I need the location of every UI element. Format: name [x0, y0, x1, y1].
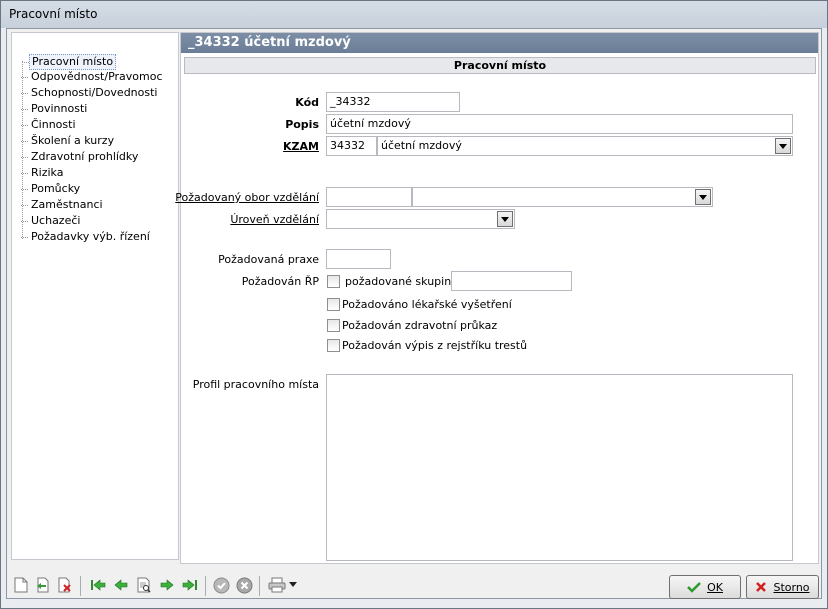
print-icon[interactable] [268, 576, 286, 594]
copy-record-icon[interactable] [34, 576, 52, 594]
sidebar-item-cinnosti[interactable]: Činnosti [21, 118, 78, 134]
rejstrik-checkbox[interactable] [327, 339, 340, 352]
kod-label: Kód [295, 96, 319, 109]
toolbar-separator [259, 576, 260, 596]
record-header: _34332 účetní mzdový [181, 33, 818, 53]
rp-skupiny-field[interactable] [451, 271, 572, 291]
dialog-client: Pracovní místo Odpovědnost/Pravomoc Scho… [6, 28, 822, 599]
lekarske-checkbox[interactable] [327, 298, 340, 311]
search-record-icon[interactable] [135, 576, 153, 594]
profil-label: Profil pracovního místa [192, 378, 319, 391]
storno-button-label: Storno [773, 580, 810, 594]
last-record-icon[interactable] [181, 576, 199, 594]
rp-label: Požadován ŘP [241, 275, 319, 288]
storno-button[interactable]: Storno [746, 575, 819, 599]
main-panel: _34332 účetní mzdový Pracovní místo Kód … [175, 32, 819, 564]
sidebar-item-odpovednost[interactable]: Odpovědnost/Pravomoc [21, 70, 165, 86]
praxe-label: Požadovaná praxe [218, 253, 319, 266]
kod-field[interactable]: _34332 [326, 92, 460, 112]
next-record-icon[interactable] [158, 576, 176, 594]
title-bar[interactable]: Pracovní místo [1, 1, 827, 28]
toolbar-separator [80, 576, 81, 596]
first-record-icon[interactable] [89, 576, 107, 594]
profil-textarea[interactable] [326, 374, 793, 561]
uroven-combo[interactable] [326, 209, 515, 229]
obor-label[interactable]: Požadovaný obor vzdělání [175, 191, 319, 204]
kzam-label[interactable]: KZAM [283, 140, 319, 153]
cancel-icon[interactable] [235, 576, 253, 594]
sidebar-item-pracovni-misto[interactable]: Pracovní místo [21, 54, 117, 70]
cross-icon [756, 582, 767, 592]
navigation-tree: Pracovní místo Odpovědnost/Pravomoc Scho… [11, 32, 179, 560]
checkmark-icon [687, 582, 701, 593]
window-title: Pracovní místo [9, 7, 98, 21]
prukaz-label: Požadován zdravotní průkaz [342, 319, 498, 332]
prukaz-checkbox[interactable] [327, 319, 340, 332]
previous-record-icon[interactable] [112, 576, 130, 594]
popis-field[interactable]: účetní mzdový [326, 114, 793, 134]
lekarske-label: Požadováno lékařské vyšetření [342, 298, 512, 311]
confirm-icon[interactable] [212, 576, 230, 594]
sidebar-item-zamestnanci[interactable]: Zaměstnanci [21, 198, 105, 214]
sidebar-item-rizika[interactable]: Rizika [20, 166, 65, 182]
sidebar-item-uchazeci[interactable]: Uchazeči [20, 214, 82, 230]
toolbar-separator [205, 576, 206, 596]
kzam-combo[interactable]: účetní mzdový [377, 136, 793, 156]
record-title: _34332 účetní mzdový [188, 35, 351, 50]
popis-label: Popis [285, 118, 319, 131]
obor-dropdown-icon[interactable] [695, 189, 711, 205]
ok-button[interactable]: OK [669, 575, 741, 599]
tree-connector [22, 61, 23, 239]
sidebar-item-pomucky[interactable]: Pomůcky [20, 182, 82, 198]
rp-checkbox-label: požadované skupiny [345, 275, 458, 288]
print-dropdown-icon[interactable] [288, 576, 298, 594]
rp-checkbox[interactable] [327, 275, 340, 288]
obor-combo[interactable] [412, 187, 713, 207]
new-record-icon[interactable] [12, 576, 30, 594]
rejstrik-label: Požadován výpis z rejstříku trestů [342, 339, 528, 352]
ok-button-label: OK [707, 580, 723, 594]
dialog-window: Pracovní místo Pracovní místo Odpovědnos… [0, 0, 828, 609]
section-title: Pracovní místo [184, 57, 816, 74]
kzam-combo-value: účetní mzdový [381, 139, 462, 152]
sidebar-item-zdravotni-prohlidky[interactable]: Zdravotní prohlídky [20, 150, 140, 166]
kzam-code-field[interactable]: 34332 [326, 136, 377, 156]
kzam-dropdown-icon[interactable] [775, 138, 791, 154]
sidebar-item-pozadavky[interactable]: Požadavky výb. řízení [21, 230, 152, 246]
obor-code-field[interactable] [326, 187, 412, 207]
sidebar-item-skoleni[interactable]: Školení a kurzy [20, 134, 116, 150]
uroven-label[interactable]: Úroveň vzdělání [230, 213, 319, 226]
delete-record-icon[interactable] [56, 576, 74, 594]
praxe-field[interactable] [326, 249, 391, 269]
uroven-dropdown-icon[interactable] [497, 211, 513, 227]
bottom-toolbar: OK Storno [7, 572, 823, 600]
sidebar-item-schopnosti[interactable]: Schopnosti/Dovednosti [20, 86, 159, 102]
sidebar-item-povinnosti[interactable]: Povinnosti [20, 102, 89, 118]
